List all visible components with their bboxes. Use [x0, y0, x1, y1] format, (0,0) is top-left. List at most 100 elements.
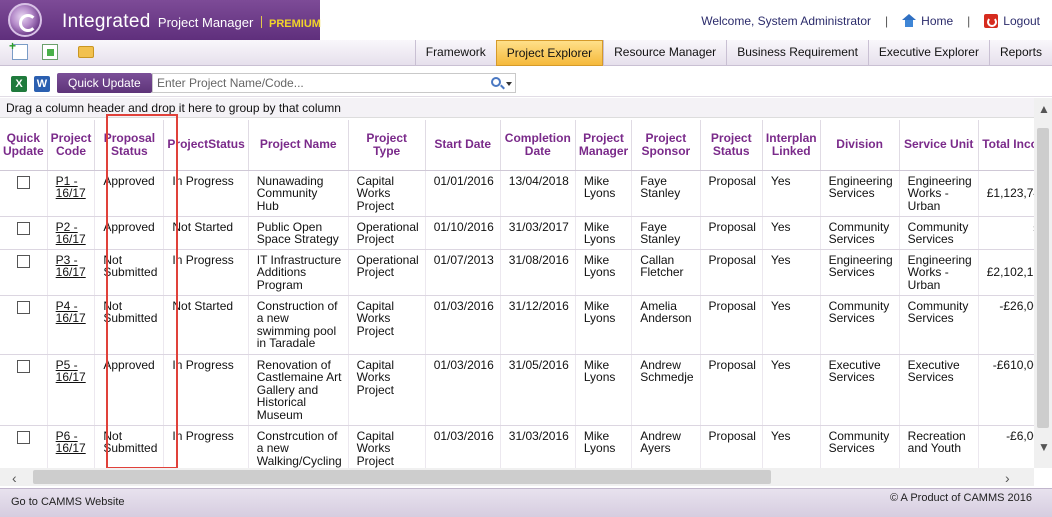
top-nav: Welcome, System Administrator | Home | L…: [701, 14, 1040, 28]
project-status-cell: Proposal: [700, 354, 763, 426]
service-unit-cell: Community Services: [899, 295, 979, 355]
table-header-row: Quick Update Project Code Proposal Statu…: [0, 120, 1034, 171]
completion-date-cell: 31/05/2016: [500, 354, 576, 426]
interplan-linked-cell: Yes: [762, 354, 821, 426]
completion-date-cell: 13/04/2018: [500, 170, 576, 217]
col-interplan-linked[interactable]: Interplan Linked: [762, 120, 821, 171]
project-status-cell: Proposal: [700, 216, 763, 250]
project-sponsor-cell: Andrew Schmedje: [631, 354, 701, 426]
brand-sub: Project Manager: [157, 15, 254, 30]
app-header: Integrated Project Manager PREMIUM Welco…: [0, 0, 1052, 40]
excel-export-icon[interactable]: X: [11, 76, 27, 92]
app-footer: Go to CAMMS Website © A Product of CAMMS…: [0, 488, 1052, 517]
proposal-status-cell: Not Submitted: [94, 295, 165, 355]
power-icon: [984, 14, 999, 28]
total-income-cell: -£610,000.: [978, 354, 1034, 426]
project-name-cell: IT Infrastructure Additions Program: [248, 249, 349, 296]
total-income-cell: -£6,000.: [978, 425, 1034, 468]
tab-framework[interactable]: Framework: [414, 40, 496, 66]
project-name-cell: Renovation of Castlemaine Art Gallery an…: [248, 354, 349, 426]
col-project-manager[interactable]: Project Manager: [575, 120, 633, 171]
col-projectstatus[interactable]: ProjectStatus: [163, 120, 249, 171]
logout-link[interactable]: Logout: [984, 14, 1040, 28]
total-income-cell: -£1,123,745.: [978, 170, 1034, 217]
col-project-status[interactable]: Project Status: [700, 120, 763, 171]
brand-main: Integrated: [62, 11, 151, 32]
scroll-down-icon[interactable]: ▼: [1038, 441, 1050, 453]
service-unit-cell: Engineering Works - Urban: [899, 249, 979, 296]
completion-date-cell: 31/08/2016: [500, 249, 576, 296]
projectstatus-cell: Not Started: [163, 295, 249, 355]
quick-update-button[interactable]: Quick Update: [57, 73, 152, 93]
quick-update-checkbox[interactable]: [16, 300, 30, 314]
col-total-income[interactable]: Total Incom: [978, 120, 1034, 171]
col-quick-update[interactable]: Quick Update: [0, 120, 48, 171]
project-code-cell: P1 - 16/17: [47, 170, 96, 217]
horizontal-scrollbar[interactable]: ‹ ›: [0, 468, 1034, 486]
scroll-right-icon[interactable]: ›: [1005, 470, 1010, 486]
project-name-cell: Construction of a new swimming pool in T…: [248, 295, 349, 355]
home-icon: [902, 14, 917, 27]
project-code-link[interactable]: P3 - 16/17: [56, 253, 86, 280]
nav-separator: |: [885, 14, 889, 28]
tab-business-requirement[interactable]: Business Requirement: [726, 40, 868, 66]
col-project-name[interactable]: Project Name: [248, 120, 349, 171]
completion-date-cell: 31/03/2016: [500, 425, 576, 468]
proposal-status-cell: Not Submitted: [94, 425, 165, 468]
col-project-type[interactable]: Project Type: [348, 120, 426, 171]
col-start-date[interactable]: Start Date: [425, 120, 501, 171]
project-code-link[interactable]: P5 - 16/17: [56, 358, 86, 385]
project-sponsor-cell: Faye Stanley: [631, 216, 701, 250]
project-sponsor-cell: Faye Stanley: [631, 170, 701, 217]
col-division[interactable]: Division: [820, 120, 900, 171]
project-manager-cell: Mike Lyons: [575, 425, 633, 468]
project-status-cell: Proposal: [700, 295, 763, 355]
word-export-icon[interactable]: W: [34, 76, 50, 92]
project-code-link[interactable]: P2 - 16/17: [56, 220, 86, 247]
scroll-up-icon[interactable]: ▲: [1038, 103, 1050, 115]
project-name-cell: Constrcution of a new Walking/Cycling: [248, 425, 349, 468]
brand-divider: [260, 16, 262, 28]
quick-update-checkbox[interactable]: [16, 221, 30, 235]
new-project-icon[interactable]: [9, 39, 28, 60]
service-unit-cell: Recreation and Youth: [899, 425, 979, 468]
project-code-cell: P5 - 16/17: [47, 354, 96, 426]
group-by-panel[interactable]: Drag a column header and drop it here to…: [0, 98, 1034, 118]
project-code-link[interactable]: P1 - 16/17: [56, 174, 86, 201]
vertical-scroll-thumb[interactable]: [1037, 128, 1049, 428]
col-service-unit[interactable]: Service Unit: [899, 120, 979, 171]
project-code-link[interactable]: P6 - 16/17: [56, 429, 86, 456]
project-code-link[interactable]: P4 - 16/17: [56, 299, 86, 326]
quick-update-checkbox[interactable]: [16, 359, 30, 373]
quick-update-checkbox[interactable]: [16, 430, 30, 444]
quick-update-checkbox[interactable]: [16, 254, 30, 268]
col-project-code[interactable]: Project Code: [47, 120, 96, 171]
home-link[interactable]: Home: [902, 14, 953, 28]
copy-project-icon[interactable]: [42, 44, 58, 60]
tab-project-explorer[interactable]: Project Explorer: [495, 40, 604, 66]
tab-reports[interactable]: Reports: [988, 40, 1052, 66]
proposal-status-cell: Not Submitted: [94, 249, 165, 296]
division-cell: Community Services: [820, 216, 900, 250]
proposal-status-cell: Approved: [94, 216, 165, 250]
horizontal-scroll-thumb[interactable]: [33, 470, 771, 484]
quick-update-checkbox[interactable]: [16, 175, 30, 189]
welcome-text: Welcome, System Administrator: [701, 14, 872, 28]
project-status-cell: Proposal: [700, 425, 763, 468]
tab-resource-manager[interactable]: Resource Manager: [603, 40, 726, 66]
camms-website-link[interactable]: Go to CAMMS Website: [11, 496, 125, 508]
total-income-cell: -£2,102,124.: [978, 249, 1034, 296]
service-unit-cell: Engineering Works - Urban: [899, 170, 979, 217]
folder-icon[interactable]: [78, 46, 94, 58]
tab-executive-explorer[interactable]: Executive Explorer: [867, 40, 989, 66]
col-proposal-status[interactable]: Proposal Status: [94, 120, 165, 171]
col-completion-date[interactable]: Completion Date: [500, 120, 576, 171]
chevron-down-icon[interactable]: [506, 82, 512, 86]
scroll-left-icon[interactable]: ‹: [12, 470, 17, 486]
vertical-scrollbar[interactable]: ▲ ▼: [1034, 98, 1052, 468]
project-search-input[interactable]: [153, 74, 483, 92]
search-icon[interactable]: [491, 77, 501, 87]
col-project-sponsor[interactable]: Project Sponsor: [631, 120, 701, 171]
app-logo-icon: [8, 3, 42, 37]
start-date-cell: 01/10/2016: [425, 216, 501, 250]
